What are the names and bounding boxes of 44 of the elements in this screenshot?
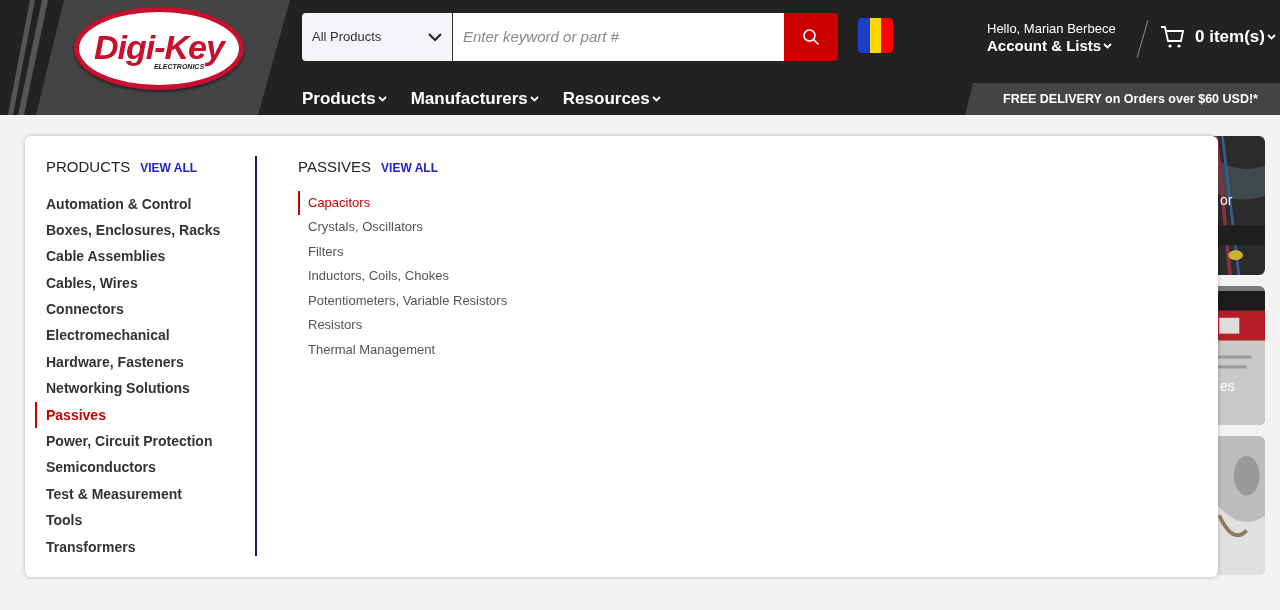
category-link[interactable]: Tools (35, 507, 255, 534)
submenu-heading: PASSIVES (298, 157, 372, 177)
search-icon (802, 28, 820, 46)
promo-banner: FREE DELIVERY on Orders over $60 USD!* (965, 83, 1280, 115)
category-link[interactable]: Hardware, Fasteners (35, 348, 255, 376)
category-link[interactable]: Test & Measurement (35, 480, 255, 508)
subcategory-link[interactable]: Resistors (298, 313, 508, 338)
nav-link[interactable]: Products (302, 86, 387, 112)
subcategory-link[interactable]: Inductors, Coils, Chokes (298, 264, 508, 289)
category-link[interactable]: Networking Solutions (35, 375, 255, 402)
cart-icon (1160, 24, 1186, 49)
category-link[interactable]: Power, Circuit Protection (35, 428, 255, 455)
category-link[interactable]: Connectors (35, 296, 255, 323)
category-link[interactable]: Cable Assemblies (35, 243, 255, 270)
card-caption: or (1220, 191, 1233, 210)
chevron-down-icon (1266, 33, 1276, 40)
subcategory-link[interactable]: Potentiometers, Variable Resistors (298, 288, 508, 313)
search-button[interactable] (784, 13, 838, 61)
category-link[interactable]: Transformers (35, 533, 255, 560)
account-menu[interactable]: Hello, Marian Berbece Account & Lists (987, 20, 1116, 54)
category-link[interactable]: Semiconductors (35, 454, 255, 481)
chevron-down-icon (1103, 42, 1113, 49)
chevron-down-icon (428, 32, 442, 42)
nav-link[interactable]: Resources (562, 86, 661, 112)
category-link[interactable]: Boxes, Enclosures, Racks (35, 216, 255, 244)
chevron-down-icon (377, 95, 387, 102)
subcategory-link[interactable]: Thermal Management (298, 337, 508, 362)
chevron-down-icon (529, 95, 539, 102)
category-link[interactable]: Cables, Wires (35, 269, 255, 297)
search-field[interactable]: Enter keyword or part # (452, 13, 784, 61)
menu-heading: PRODUCTS (46, 157, 131, 177)
subcategory-link[interactable]: Crystals, Oscillators (298, 215, 508, 240)
category-link[interactable]: Electromechanical (35, 322, 255, 349)
subcategory-link[interactable]: Capacitors (298, 190, 508, 215)
category-link[interactable]: Passives (35, 401, 255, 428)
nav-link[interactable]: Manufacturers (410, 86, 539, 112)
category-link[interactable]: Automation & Control (35, 190, 255, 217)
subcategory-link[interactable]: Filters (298, 239, 508, 264)
category-dropdown[interactable]: All Products (302, 13, 452, 61)
cart-button[interactable]: 0 item(s) (1160, 24, 1276, 50)
flag-icon[interactable] (858, 18, 893, 53)
view-all-link[interactable]: VIEW ALL (140, 159, 198, 177)
chevron-down-icon (651, 95, 661, 102)
view-all-link[interactable]: VIEW ALL (381, 159, 438, 177)
